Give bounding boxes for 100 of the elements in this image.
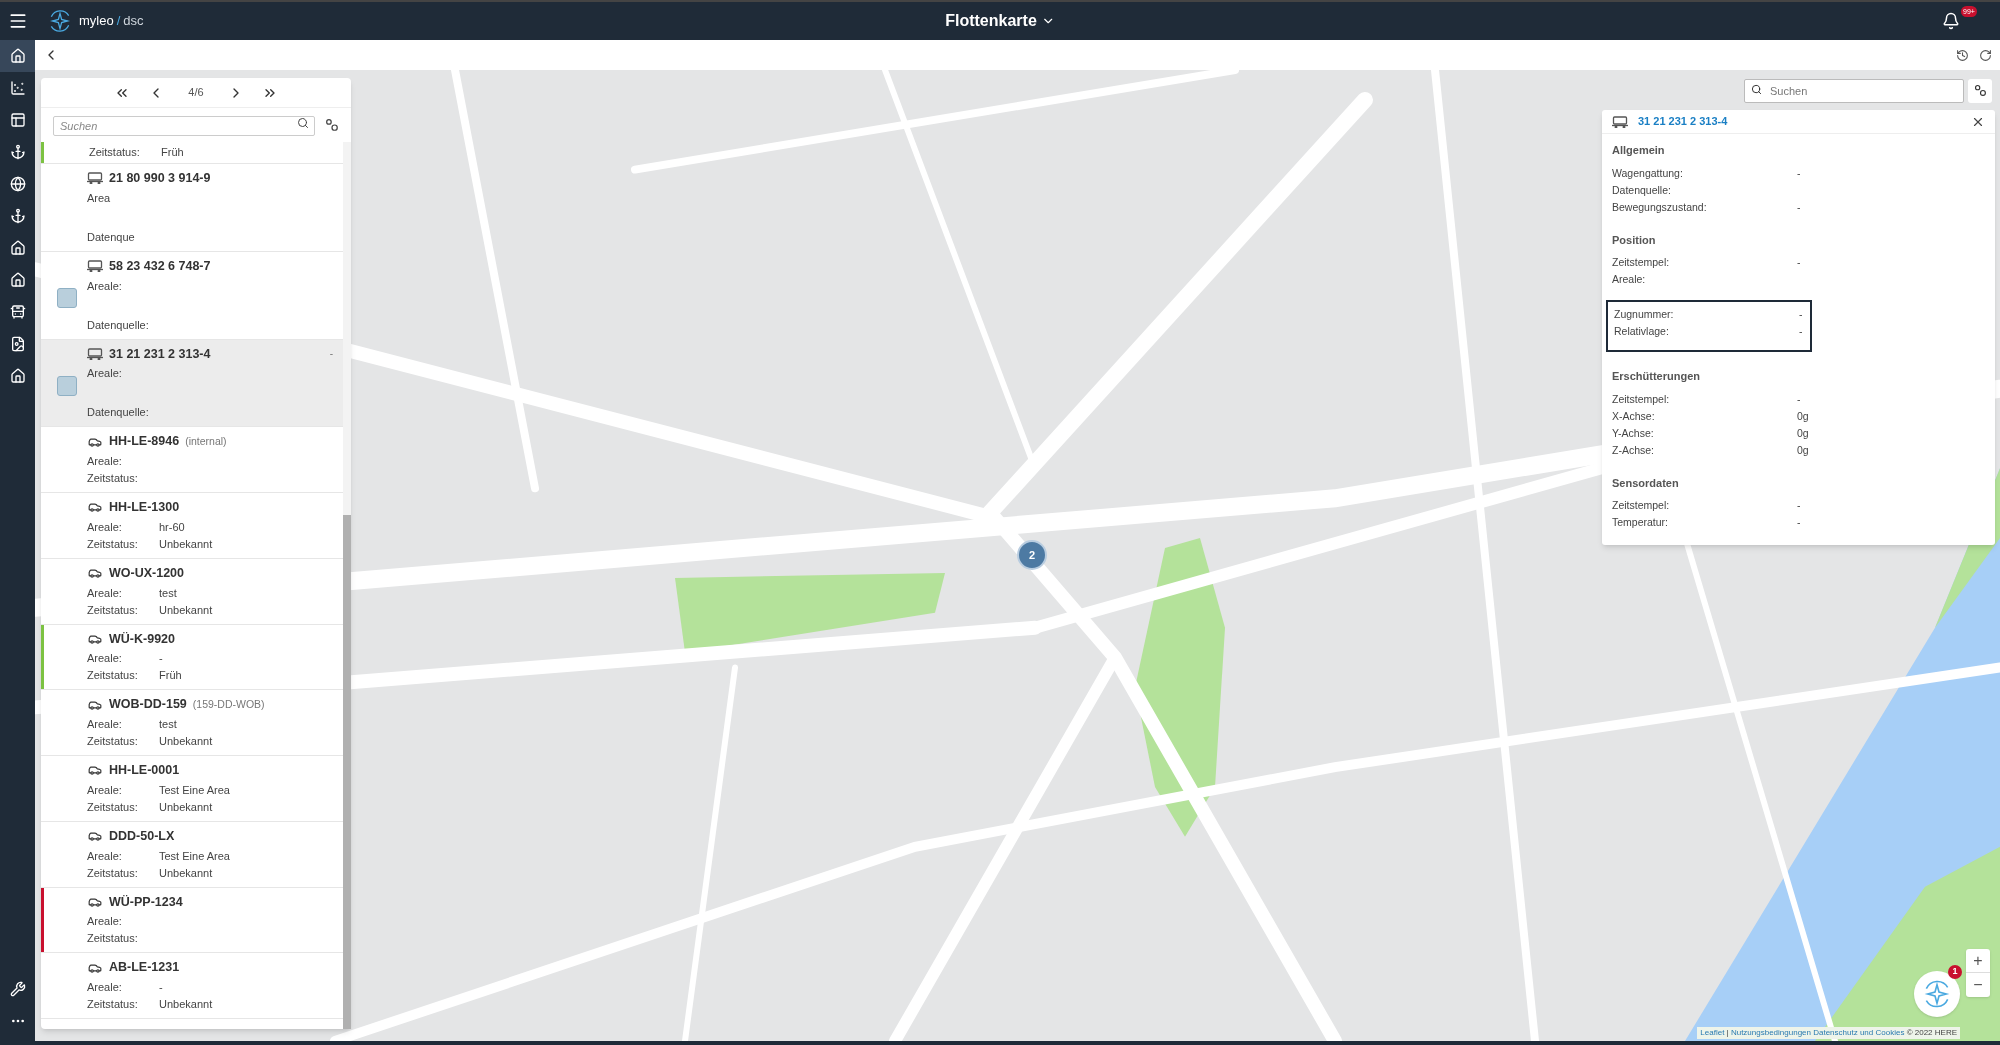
- field-value: Unbekannt: [159, 734, 213, 749]
- detail-value: -: [1797, 391, 1801, 407]
- field-label: Areale:: [87, 366, 123, 382]
- detail-label: Datenquelle:: [1612, 182, 1672, 198]
- detail-value: -: [1799, 307, 1803, 322]
- list-item[interactable]: 21 80 990 3 914-9 Area Datenque: [41, 164, 343, 252]
- list-item[interactable]: 58 23 432 6 748-7 Areale: Datenquelle:: [41, 251, 343, 340]
- zoom-out-button[interactable]: −: [1966, 973, 1990, 997]
- detail-label: Wagengattung:: [1612, 165, 1684, 181]
- item-title: WÜ-K-9920: [109, 630, 175, 648]
- wagon-icon: [87, 347, 103, 360]
- wagon-icon: [87, 172, 103, 185]
- detail-title: 31 21 231 2 313-4: [1638, 114, 1728, 130]
- bus-icon: [9, 304, 26, 320]
- car-icon: [87, 500, 103, 515]
- anchor-icon: [9, 144, 26, 160]
- field-value: Test Eine Area: [159, 848, 230, 864]
- wrench-icon: [9, 981, 26, 997]
- field-value: Unbekannt: [159, 865, 213, 881]
- item-extra: -: [329, 347, 333, 362]
- field-value: test: [159, 585, 177, 601]
- item-title: AB-LE-1231: [109, 959, 180, 977]
- item-title: WO-UX-1200: [109, 564, 185, 582]
- field-label: Zeitstatus:: [87, 602, 139, 618]
- list-item[interactable]: 31 21 231 2 313-4 - Areale: Datenquelle:: [41, 339, 343, 428]
- field-value: -: [159, 980, 163, 995]
- item-title: 58 23 432 6 748-7: [109, 257, 211, 275]
- refresh-button[interactable]: [1979, 48, 1992, 62]
- scrollbar-thumb[interactable]: [343, 514, 351, 1029]
- field-value: Test Eine Area: [159, 782, 230, 798]
- nav-button[interactable]: [0, 40, 35, 72]
- car-icon: [87, 829, 103, 844]
- field-label: Datenquelle:: [87, 405, 150, 421]
- car-icon: [87, 763, 103, 778]
- list-item[interactable]: DDD-50-LX Areale: Test Eine Area Zeitstatus: Unbekannt: [41, 821, 343, 888]
- settings-icon: [325, 118, 339, 132]
- detail-label: Zeitstempel:: [1612, 255, 1671, 270]
- anchor-icon: [9, 208, 26, 224]
- item-subtitle: (internal): [185, 433, 227, 449]
- field-label: Areale:: [87, 914, 123, 930]
- section-heading: Sensordaten: [1612, 475, 1680, 491]
- house-icon: [9, 48, 26, 64]
- field-value: Unbekannt: [159, 602, 213, 618]
- detail-value: 0g: [1797, 425, 1809, 441]
- list-item[interactable]: HH-LE-0001 Areale: Test Eine Area Zeitstatus: Unbekannt: [41, 756, 343, 822]
- list-item[interactable]: HH-LE-1300 Areale: hr-60 Zeitstatus: Unbekannt: [41, 493, 343, 559]
- field-label: Zeitstatus:: [87, 997, 139, 1012]
- layout-icon: [9, 112, 26, 128]
- field-label: Area: [87, 190, 112, 206]
- refresh-icon: [1979, 48, 1992, 62]
- house-icon: [9, 240, 26, 256]
- field-label: Areale:: [87, 651, 123, 667]
- wagon-icon: [87, 260, 103, 273]
- list-item[interactable]: WOB-DD-159 (159-DD-WOB) Areale: test Zeitstatus: Unbekannt: [41, 690, 343, 756]
- attribution-link[interactable]: Leaflet: [1700, 1028, 1725, 1037]
- item-title: HH-LE-8946: [109, 433, 180, 451]
- field-label: Areale:: [87, 585, 123, 601]
- page-title-dropdown[interactable]: Flottenkarte: [945, 9, 1055, 33]
- field-label: Zeitstatus:: [87, 536, 139, 552]
- detail-value: 0g: [1797, 442, 1809, 458]
- item-title: 31 21 231 2 313-4: [109, 345, 211, 363]
- history-icon: [1956, 48, 1969, 62]
- field-label: Zeitstatus:: [89, 145, 141, 160]
- detail-label: Relativlage:: [1614, 324, 1670, 339]
- settings-button[interactable]: [325, 118, 339, 132]
- attribution-link[interactable]: Nutzungsbedingungen: [1730, 1028, 1811, 1037]
- map-settings-button[interactable]: [1968, 78, 1992, 103]
- section-heading: Position: [1612, 232, 1657, 248]
- field-label: Areale:: [87, 717, 123, 732]
- item-title: 21 80 990 3 914-9: [109, 170, 211, 187]
- list-item[interactable]: WO-UX-1200 Areale: test Zeitstatus: Unbekannt: [41, 558, 343, 625]
- field-label: Areale:: [87, 848, 123, 864]
- list-item[interactable]: HH-LE-8946 (internal) Areale: Zeitstatus:: [41, 427, 343, 493]
- detail-value: -: [1797, 199, 1801, 215]
- scrollbar[interactable]: [343, 142, 351, 1029]
- house-icon: [9, 272, 26, 288]
- notifications-button[interactable]: [1942, 12, 1960, 30]
- detail-value: -: [1797, 165, 1801, 181]
- car-icon: [87, 566, 103, 581]
- detail-value: -: [1799, 324, 1803, 339]
- field-label: Areale:: [87, 980, 123, 995]
- history-button[interactable]: [1956, 48, 1969, 62]
- wagon-icon: [1612, 115, 1628, 128]
- attribution-link[interactable]: Datenschutz und Cookies: [1813, 1028, 1905, 1037]
- list-item[interactable]: AB-LE-1231 Areale: - Zeitstatus: Unbekannt: [41, 953, 343, 1019]
- map-search-field[interactable]: Suchen: [1744, 79, 1964, 103]
- detail-label: Areale:: [1612, 272, 1647, 287]
- list-item[interactable]: WÜ-K-9920 Areale: - Zeitstatus: Früh: [41, 624, 343, 691]
- zoom-in-button[interactable]: +: [1966, 949, 1990, 973]
- detail-label: Bewegungszustand:: [1612, 199, 1708, 215]
- detail-label: Zeitstempel:: [1612, 391, 1671, 407]
- item-title: DDD-50-LX: [109, 827, 175, 845]
- globe-icon: [9, 176, 26, 192]
- list-item[interactable]: Zeitstatus: Früh: [41, 142, 343, 164]
- detail-value: 0g: [1797, 408, 1809, 424]
- field-label: Datenquelle:: [87, 317, 150, 333]
- list-item[interactable]: WÜ-PP-1234 Areale: Zeitstatus:: [41, 887, 343, 954]
- field-label: Areale:: [87, 519, 123, 535]
- thumbnail-placeholder: [57, 375, 77, 396]
- search-field[interactable]: Suchen: [53, 116, 315, 136]
